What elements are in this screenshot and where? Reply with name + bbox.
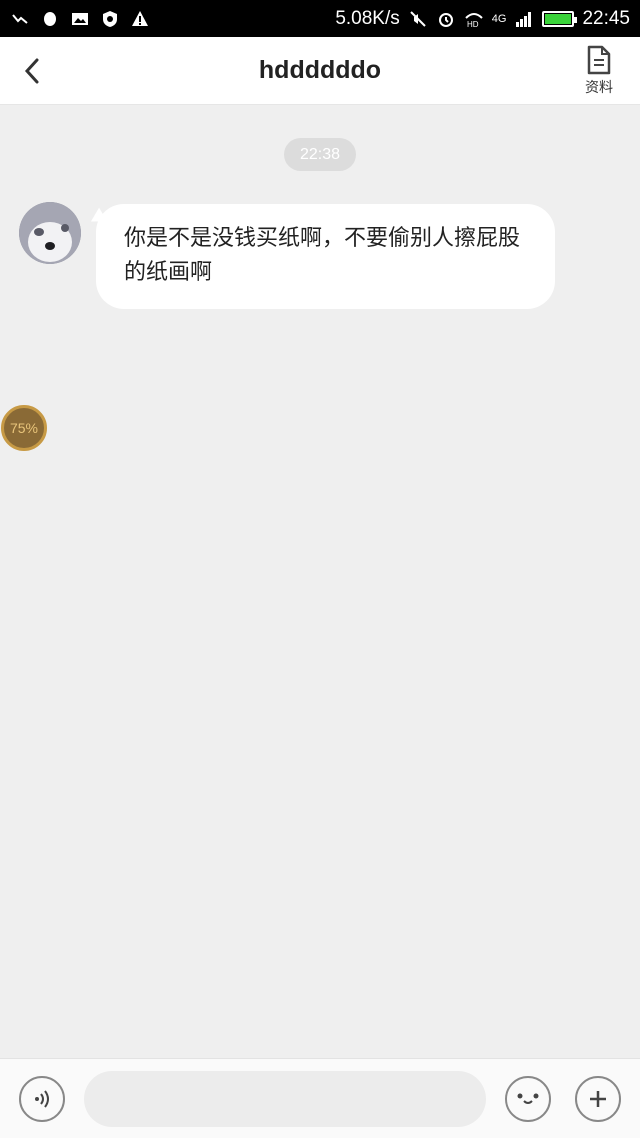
chevron-left-icon bbox=[24, 58, 39, 84]
status-icons-right: 5.08K/s HD 4G 22:45 bbox=[335, 8, 630, 30]
warning-icon bbox=[130, 9, 150, 29]
chat-title: hddddddo bbox=[258, 56, 382, 84]
emoji-button[interactable] bbox=[505, 1076, 551, 1122]
plus-button[interactable] bbox=[575, 1076, 621, 1122]
qq-icon bbox=[40, 9, 60, 29]
hd-wifi-icon: HD bbox=[464, 9, 484, 29]
floating-progress-badge[interactable]: 75% bbox=[1, 405, 47, 451]
back-button[interactable] bbox=[12, 51, 52, 91]
image-icon bbox=[70, 9, 90, 29]
plus-icon bbox=[590, 1091, 606, 1107]
voice-icon bbox=[35, 1090, 49, 1108]
message-input[interactable] bbox=[84, 1071, 486, 1127]
battery-icon bbox=[542, 10, 578, 27]
status-icons-left bbox=[10, 9, 335, 29]
network-speed: 5.08K/s bbox=[335, 7, 400, 29]
profile-button[interactable]: 资料 bbox=[576, 45, 622, 99]
status-bar: 5.08K/s HD 4G 22:45 bbox=[0, 0, 640, 37]
profile-label: 资料 bbox=[585, 80, 613, 96]
document-icon bbox=[587, 45, 611, 75]
avatar[interactable] bbox=[19, 202, 81, 264]
shield-icon bbox=[100, 9, 120, 29]
voice-button[interactable] bbox=[19, 1076, 65, 1122]
mute-icon bbox=[408, 9, 428, 29]
alarm-icon bbox=[436, 9, 456, 29]
emoji-icon bbox=[517, 1093, 539, 1104]
svg-text:HD: HD bbox=[467, 20, 479, 28]
missed-call-icon bbox=[10, 9, 30, 29]
chat-header: hddddddo 资料 bbox=[0, 37, 640, 105]
network-type: 4G bbox=[491, 12, 507, 25]
message-text: 你是不是没钱买纸啊，不要偷别人擦屁股的纸画啊 bbox=[124, 226, 521, 285]
input-bar bbox=[0, 1058, 640, 1138]
signal-icon bbox=[514, 9, 534, 29]
status-time: 22:45 bbox=[582, 7, 630, 29]
message-bubble[interactable]: 你是不是没钱买纸啊，不要偷别人擦屁股的纸画啊 bbox=[96, 204, 555, 309]
message-timestamp: 22:38 bbox=[284, 138, 356, 171]
